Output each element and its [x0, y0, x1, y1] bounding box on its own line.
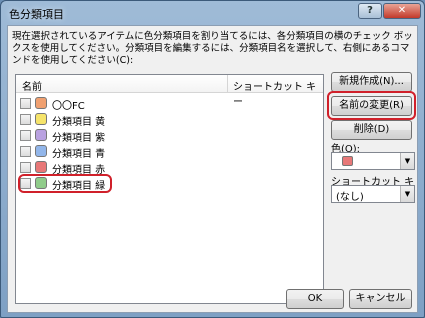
color-swatch	[35, 129, 47, 141]
list-header: 名前 ショートカット キー	[16, 75, 323, 108]
list-item[interactable]: 〇〇FC	[16, 96, 323, 112]
color-swatch	[35, 113, 47, 125]
close-button[interactable]: ✕	[383, 3, 421, 19]
column-header-name[interactable]: 名前	[22, 78, 42, 93]
category-checkbox[interactable]	[20, 162, 31, 173]
delete-button[interactable]: 削除(D)	[331, 120, 412, 140]
color-swatch	[35, 161, 47, 173]
dialog-body: 現在選択されているアイテムに色分類項目を割り当てるには、各分類項目の横のチェック…	[7, 25, 418, 313]
column-divider[interactable]	[227, 75, 228, 93]
color-swatch	[35, 145, 47, 157]
cancel-button[interactable]: キャンセル	[349, 289, 412, 309]
category-checkbox[interactable]	[20, 146, 31, 157]
help-icon: ?	[367, 5, 373, 16]
window-title: 色分類項目	[9, 8, 64, 21]
category-name: 分類項目 紫	[52, 133, 106, 144]
color-swatch	[35, 97, 47, 109]
category-checkbox[interactable]	[20, 130, 31, 141]
selection-highlight-outline	[18, 174, 112, 193]
chevron-down-icon[interactable]: ▼	[400, 153, 414, 169]
color-dropdown[interactable]: ▼	[331, 152, 415, 170]
new-category-button[interactable]: 新規作成(N)...	[331, 72, 412, 92]
ok-button[interactable]: OK	[286, 289, 344, 309]
category-name: 分類項目 黄	[52, 117, 106, 128]
dialog-window: 色分類項目 ? ✕ 現在選択されているアイテムに色分類項目を割り当てるには、各分…	[0, 0, 425, 318]
title-bar[interactable]: 色分類項目 ? ✕	[1, 1, 424, 25]
category-name: 分類項目 青	[52, 149, 106, 160]
chevron-down-icon[interactable]: ▼	[400, 186, 414, 202]
shortcut-dropdown[interactable]: (なし) ▼	[331, 185, 415, 203]
category-checkbox[interactable]	[20, 114, 31, 125]
rename-highlight-outline	[327, 91, 416, 120]
category-list[interactable]: 名前 ショートカット キー 〇〇FC 分類項目 黄 分類項目 紫 分類項目 青 …	[15, 74, 324, 304]
shortcut-value: (なし)	[336, 192, 364, 203]
list-item[interactable]: 分類項目 青	[16, 144, 323, 160]
instruction-text: 現在選択されているアイテムに色分類項目を割り当てるには、各分類項目の横のチェック…	[12, 31, 413, 66]
selected-color-swatch	[342, 156, 353, 166]
help-button[interactable]: ?	[358, 3, 382, 19]
close-icon: ✕	[397, 5, 407, 16]
list-item[interactable]: 分類項目 黄	[16, 112, 323, 128]
list-item[interactable]: 分類項目 紫	[16, 128, 323, 144]
list-item-selected[interactable]: 分類項目 赤	[16, 160, 323, 176]
category-checkbox[interactable]	[20, 98, 31, 109]
category-name: 〇〇FC	[52, 101, 85, 112]
